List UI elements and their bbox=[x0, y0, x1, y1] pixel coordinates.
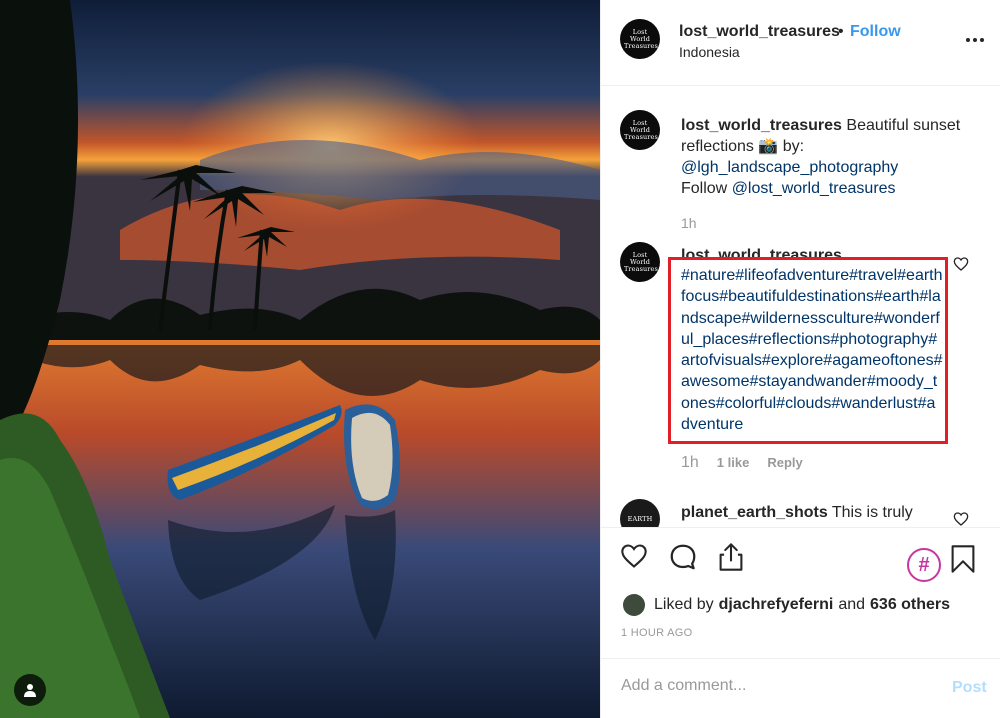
save-bookmark-icon[interactable] bbox=[950, 544, 976, 574]
post-details-panel: Lost World Treasures lost_world_treasure… bbox=[600, 0, 1000, 718]
comment3-body: This is truly bbox=[827, 504, 913, 521]
avatar-text: EARTH bbox=[627, 514, 653, 523]
reply-button[interactable]: Reply bbox=[767, 455, 802, 470]
caption-timestamp[interactable]: 1h bbox=[681, 215, 697, 231]
camera-emoji-icon: 📸 bbox=[758, 138, 779, 155]
avatar-text: Lost World Treasures bbox=[624, 27, 658, 50]
follow-button[interactable]: Follow bbox=[850, 23, 901, 41]
highlight-box bbox=[668, 257, 948, 444]
hashtag-badge-icon[interactable]: # bbox=[907, 548, 941, 582]
add-comment-bar: Post bbox=[601, 658, 1000, 718]
comment-timestamp[interactable]: 1h bbox=[681, 454, 699, 472]
comment-input[interactable] bbox=[621, 677, 921, 695]
credit-mention-link[interactable]: @lgh_landscape_photography bbox=[681, 159, 898, 176]
comment-avatar[interactable]: Lost World Treasures bbox=[620, 242, 660, 282]
post-comment-button[interactable]: Post bbox=[952, 679, 987, 697]
more-options-icon[interactable] bbox=[961, 30, 989, 50]
like-comment3-heart-icon[interactable] bbox=[953, 511, 969, 527]
separator-dot: • bbox=[838, 23, 844, 40]
avatar-text: Lost World Treasures bbox=[624, 118, 658, 141]
author-username[interactable]: lost_world_treasures bbox=[679, 23, 840, 41]
action-bar: # bbox=[601, 527, 1000, 587]
caption-follow-prefix: Follow bbox=[681, 180, 732, 197]
comment3-avatar[interactable]: EARTH bbox=[620, 499, 660, 527]
liker-username[interactable]: djachrefyeferni bbox=[719, 596, 834, 614]
likes-and: and bbox=[838, 596, 866, 613]
avatar-text: Lost World Treasures bbox=[624, 250, 658, 273]
likes-summary: Liked by djachrefyeferni and 636 others bbox=[623, 594, 950, 616]
author-avatar[interactable]: Lost World Treasures bbox=[620, 19, 660, 59]
person-icon bbox=[24, 684, 36, 697]
likes-count-link[interactable]: 636 others bbox=[870, 596, 950, 614]
caption-by: by: bbox=[778, 138, 805, 155]
post-header: Lost World Treasures lost_world_treasure… bbox=[601, 0, 1000, 86]
post-photo[interactable] bbox=[0, 0, 600, 718]
likes-prefix: Liked by bbox=[654, 596, 714, 613]
caption-text: lost_world_treasures Beautiful sunset re… bbox=[681, 115, 981, 199]
location-link[interactable]: Indonesia bbox=[679, 44, 740, 60]
like-comment-heart-icon[interactable] bbox=[953, 256, 969, 272]
share-icon[interactable] bbox=[717, 542, 745, 572]
comment3-text: planet_earth_shots This is truly bbox=[681, 504, 913, 522]
sunset-lake-image bbox=[0, 0, 600, 718]
caption-avatar[interactable]: Lost World Treasures bbox=[620, 110, 660, 150]
like-heart-icon[interactable] bbox=[620, 542, 648, 570]
tagged-users-button[interactable] bbox=[14, 674, 46, 706]
comment-meta: 1h 1 like Reply bbox=[681, 454, 803, 472]
comment3-username[interactable]: planet_earth_shots bbox=[681, 504, 828, 521]
follow-mention-link[interactable]: @lost_world_treasures bbox=[732, 180, 896, 197]
comment-likes-count[interactable]: 1 like bbox=[717, 455, 750, 470]
comments-list[interactable]: Lost World Treasures lost_world_treasure… bbox=[601, 87, 1000, 527]
caption-username[interactable]: lost_world_treasures bbox=[681, 117, 842, 134]
post-timestamp[interactable]: 1 HOUR AGO bbox=[621, 627, 692, 639]
liker-avatar[interactable] bbox=[623, 594, 645, 616]
comment-bubble-icon[interactable] bbox=[668, 542, 698, 572]
